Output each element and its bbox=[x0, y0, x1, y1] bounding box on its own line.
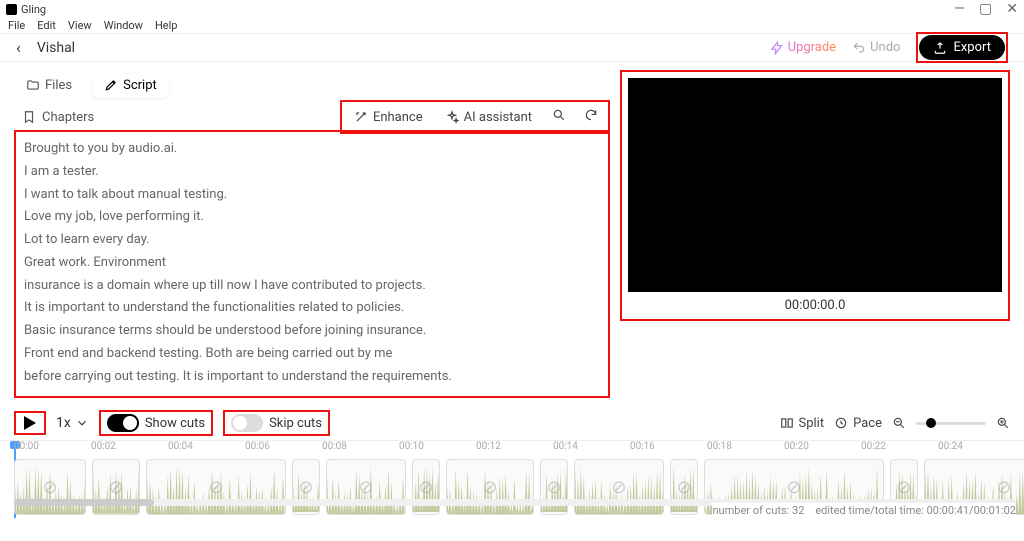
enhance-icon bbox=[354, 110, 368, 124]
show-cuts-toggle[interactable]: Show cuts bbox=[99, 410, 213, 436]
transcript-line[interactable]: I am a tester. bbox=[24, 161, 600, 184]
transcript[interactable]: Brought to you by audio.ai. I am a teste… bbox=[14, 130, 610, 398]
tab-files[interactable]: Files bbox=[14, 73, 84, 98]
transcript-line[interactable]: Front end and backend testing. Both are … bbox=[24, 343, 600, 366]
titlebar: Gling — ▢ ✕ bbox=[0, 0, 1024, 18]
zoom-in-button[interactable] bbox=[996, 416, 1010, 430]
zoom-slider[interactable] bbox=[916, 422, 986, 425]
chapters-button[interactable]: Chapters bbox=[14, 106, 102, 129]
timeline-clip[interactable]: ⊘ bbox=[14, 459, 86, 515]
timeline[interactable]: 00:0000:0200:0400:0600:0800:1000:1200:14… bbox=[0, 440, 1024, 518]
pace-icon bbox=[834, 416, 848, 430]
play-button[interactable] bbox=[14, 411, 46, 435]
search-button[interactable] bbox=[546, 104, 572, 130]
header: ‹ Vishal Upgrade Undo Export bbox=[0, 34, 1024, 62]
transcript-line[interactable]: insurance is a domain where up till now … bbox=[24, 275, 600, 298]
timeline-clip[interactable]: ⊘ bbox=[446, 459, 534, 515]
timecode: 00:00:00.0 bbox=[628, 298, 1002, 313]
menu-window[interactable]: Window bbox=[104, 19, 143, 32]
tab-script[interactable]: Script bbox=[92, 73, 169, 98]
transcript-line[interactable]: Lot to learn every day. bbox=[24, 229, 600, 252]
preview-panel: 00:00:00.0 bbox=[620, 70, 1010, 321]
upgrade-button[interactable]: Upgrade bbox=[770, 40, 836, 55]
split-button[interactable]: Split bbox=[780, 416, 825, 431]
timeline-clip[interactable]: ⊘ bbox=[540, 459, 568, 515]
undo-icon bbox=[852, 41, 866, 55]
refresh-icon bbox=[584, 108, 598, 122]
speed-selector[interactable]: 1x bbox=[56, 415, 89, 431]
export-icon bbox=[933, 41, 947, 55]
transcript-line[interactable]: Basic insurance terms should be understo… bbox=[24, 320, 600, 343]
enhance-button[interactable]: Enhance bbox=[346, 106, 431, 129]
menu-view[interactable]: View bbox=[68, 19, 92, 32]
left-pane: Files Script Chapters Enhance AI assis bbox=[14, 70, 610, 398]
timeline-clip[interactable]: ⊘ bbox=[326, 459, 406, 515]
playback-controls: 1x Show cuts Skip cuts Split Pace bbox=[0, 406, 1024, 440]
timeline-clip[interactable]: ⊘ bbox=[574, 459, 664, 515]
status-bar: number of cuts: 32 edited time/total tim… bbox=[712, 503, 1016, 518]
transcript-line[interactable]: before carrying out testing. It is impor… bbox=[24, 366, 600, 389]
timeline-clip[interactable]: ⊘ bbox=[146, 459, 286, 515]
window-maximize-icon[interactable]: ▢ bbox=[979, 1, 992, 17]
transcript-line[interactable]: Brought to you by audio.ai. bbox=[24, 138, 600, 161]
skip-cuts-toggle[interactable]: Skip cuts bbox=[223, 410, 330, 436]
window-close-icon[interactable]: ✕ bbox=[1006, 1, 1018, 17]
chevron-down-icon bbox=[75, 416, 89, 430]
zoom-in-icon bbox=[996, 416, 1010, 430]
folder-icon bbox=[26, 78, 40, 92]
bolt-icon bbox=[770, 41, 784, 55]
play-icon bbox=[24, 416, 36, 430]
split-icon bbox=[780, 416, 794, 430]
menu-help[interactable]: Help bbox=[155, 19, 178, 32]
search-icon bbox=[552, 108, 566, 122]
script-icon bbox=[104, 78, 118, 92]
ai-assistant-button[interactable]: AI assistant bbox=[437, 106, 540, 129]
window-minimize-icon[interactable]: — bbox=[954, 1, 965, 17]
back-button[interactable]: ‹ bbox=[16, 38, 21, 57]
undo-button[interactable]: Undo bbox=[852, 40, 900, 55]
transcript-line[interactable]: Love my job, love performing it. bbox=[24, 206, 600, 229]
tabs: Files Script bbox=[14, 70, 610, 100]
timeline-clip[interactable]: ⊘ bbox=[412, 459, 440, 515]
menubar: File Edit View Window Help bbox=[0, 18, 1024, 34]
transcript-line[interactable]: Great work. Environment bbox=[24, 252, 600, 275]
zoom-out-icon bbox=[892, 416, 906, 430]
pace-button[interactable]: Pace bbox=[834, 416, 882, 431]
app-title: Gling bbox=[21, 3, 46, 16]
timeline-clip[interactable]: ⊘ bbox=[292, 459, 320, 515]
time-ruler: 00:0000:0200:0400:0600:0800:1000:1200:14… bbox=[0, 441, 1024, 455]
main: Files Script Chapters Enhance AI assis bbox=[0, 62, 1024, 406]
timeline-clip[interactable]: ⊘ bbox=[92, 459, 140, 515]
refresh-button[interactable] bbox=[578, 104, 604, 130]
video-preview[interactable] bbox=[628, 78, 1002, 292]
project-name: Vishal bbox=[37, 40, 75, 56]
timeline-clip[interactable]: ⊘ bbox=[670, 459, 698, 515]
menu-edit[interactable]: Edit bbox=[37, 19, 56, 32]
right-pane: 00:00:00.0 bbox=[620, 70, 1010, 398]
transcript-line[interactable]: I want to talk about manual testing. bbox=[24, 184, 600, 207]
transcript-line[interactable]: It is important to understand the functi… bbox=[24, 297, 600, 320]
bookmark-icon bbox=[22, 110, 36, 124]
sparkle-icon bbox=[445, 110, 459, 124]
menu-file[interactable]: File bbox=[8, 19, 25, 32]
app-logo bbox=[6, 4, 17, 15]
export-button[interactable]: Export bbox=[919, 35, 1005, 60]
zoom-out-button[interactable] bbox=[892, 416, 906, 430]
